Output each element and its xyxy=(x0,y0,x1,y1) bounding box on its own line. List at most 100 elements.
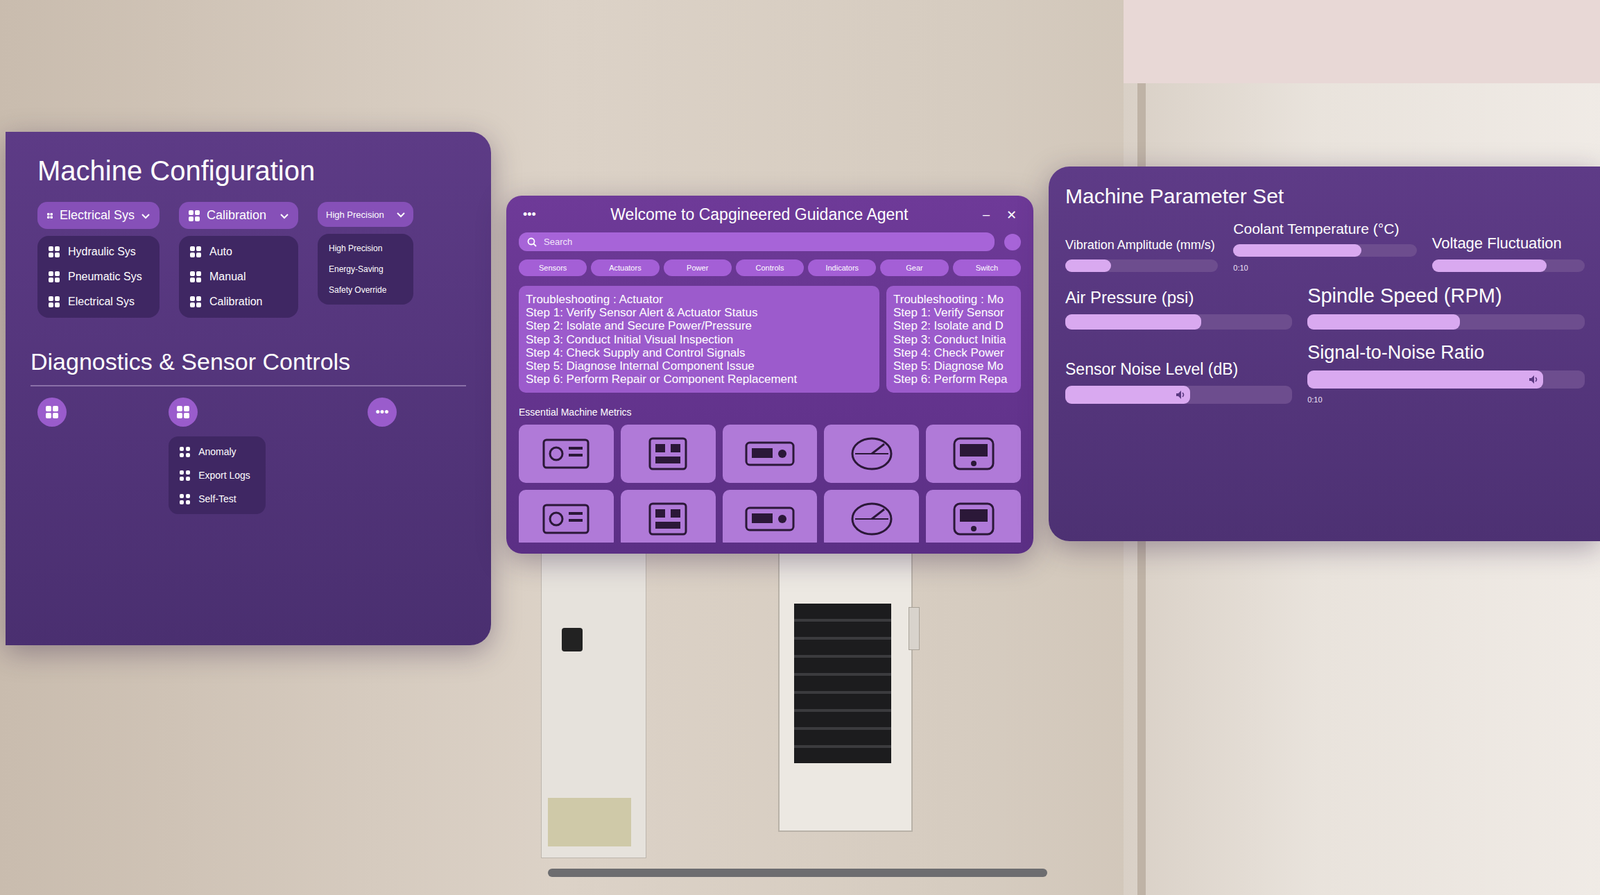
parameter-row: Sensor Noise Level (dB) Signal-to-Noise R… xyxy=(1065,341,1585,404)
slider-label: Air Pressure (psi) xyxy=(1065,287,1293,308)
item-label: Calibration xyxy=(209,295,263,308)
dropdown-item[interactable]: Safety Override xyxy=(328,285,403,295)
guidance-agent-window: •••Welcome to Capgineered Guidance Agent… xyxy=(506,195,1034,554)
menu-item[interactable]: Anomaly xyxy=(179,445,251,458)
category-tab[interactable]: Controls xyxy=(735,259,804,277)
card-step: Step 5: Diagnose Mo xyxy=(893,359,1014,373)
breaker-column xyxy=(794,603,892,763)
chevron-down-icon xyxy=(396,212,406,218)
grid-icon xyxy=(48,296,60,308)
menu-item[interactable]: Self-Test xyxy=(179,493,251,505)
grid-icon xyxy=(176,405,190,419)
slider-label: Spindle Speed (RPM) xyxy=(1307,284,1585,308)
metric-tile[interactable] xyxy=(722,489,818,543)
dropdown-item[interactable]: Calibration xyxy=(190,295,288,308)
slider-track[interactable] xyxy=(1307,314,1585,330)
card-step: Step 4: Check Supply and Control Signals xyxy=(525,346,873,360)
dropdown-item[interactable]: High Precision xyxy=(328,243,403,254)
speaker-icon xyxy=(1175,389,1187,400)
card-step: Step 5: Diagnose Internal Component Issu… xyxy=(525,359,873,373)
slider-label: Signal-to-Noise Ratio xyxy=(1307,341,1585,364)
slider-track[interactable] xyxy=(1065,385,1293,404)
metric-tile[interactable] xyxy=(925,489,1021,543)
menu-label: Export Logs xyxy=(198,469,251,481)
dropdown-row: Electrical Sys Hydraulic Sys Pneumatic Sys… xyxy=(37,201,467,318)
dropdown-item[interactable]: Electrical Sys xyxy=(48,295,149,308)
metric-tile[interactable] xyxy=(620,424,716,483)
dropdown-item[interactable]: Energy-Saving xyxy=(328,264,403,274)
dropdown-button[interactable]: High Precision xyxy=(317,201,414,227)
grid-icon xyxy=(190,271,202,283)
window-menu-button[interactable]: ••• xyxy=(518,207,541,222)
item-label: Hydraulic Sys xyxy=(67,245,136,258)
parameter-slider: Spindle Speed (RPM) xyxy=(1307,284,1585,330)
slider-reading: 0:10 xyxy=(1307,395,1585,404)
menu-item[interactable]: Export Logs xyxy=(179,469,251,481)
category-tab[interactable]: Actuators xyxy=(590,259,659,277)
slider-label: Voltage Fluctuation xyxy=(1432,234,1585,253)
slider-fill[interactable] xyxy=(1307,314,1460,330)
parameter-slider: Vibration Amplitude (mm/s) xyxy=(1065,237,1218,272)
parameter-slider: Sensor Noise Level (dB) xyxy=(1065,359,1293,404)
slider-track[interactable] xyxy=(1307,370,1585,389)
machine-configuration-panel: Machine ConfigurationElectrical SysHydra… xyxy=(5,131,492,645)
diagnostic-button[interactable] xyxy=(168,397,198,427)
metric-tile[interactable] xyxy=(722,424,818,483)
dropdown-button[interactable]: Electrical Sys xyxy=(37,201,160,229)
slider-track[interactable] xyxy=(1065,259,1218,272)
metric-tile[interactable] xyxy=(925,424,1021,483)
slider-track[interactable] xyxy=(1065,314,1293,330)
dropdown-label: Calibration xyxy=(206,208,267,223)
item-label: High Precision xyxy=(328,243,383,254)
dropdown-item[interactable]: Auto xyxy=(190,245,288,258)
metric-tile[interactable] xyxy=(518,424,614,483)
diagnostic-button[interactable]: ••• xyxy=(367,397,397,427)
category-tab[interactable]: Sensors xyxy=(518,259,587,277)
machine-metric-icon xyxy=(844,497,900,540)
parameter-slider: Signal-to-Noise Ratio 0:10 xyxy=(1307,341,1585,404)
metric-tile[interactable] xyxy=(620,489,716,543)
item-label: Energy-Saving xyxy=(328,264,384,274)
machine-parameter-panel: Machine Parameter Set Vibration Amplitude… xyxy=(1048,166,1600,541)
category-tab[interactable]: Power xyxy=(663,259,732,277)
category-tab[interactable]: Gear xyxy=(880,259,949,277)
card-step: Step 1: Verify Sensor Alert & Actuator S… xyxy=(525,305,873,320)
slider-fill[interactable] xyxy=(1307,370,1544,389)
slider-fill[interactable] xyxy=(1065,314,1202,330)
troubleshooting-card[interactable]: Troubleshooting : MoStep 1: Verify Senso… xyxy=(886,285,1021,393)
close-button[interactable]: ✕ xyxy=(1002,207,1021,223)
chevron-icon xyxy=(396,208,406,220)
diagnostic-button[interactable] xyxy=(37,397,67,427)
metric-tile[interactable] xyxy=(823,424,919,483)
slider-fill[interactable] xyxy=(1065,259,1112,272)
chevron-down-icon xyxy=(280,213,289,220)
ar-scene: Machine ConfigurationElectrical SysHydra… xyxy=(0,0,1600,895)
dropdown-button[interactable]: Calibration xyxy=(178,201,299,229)
category-tab[interactable]: Indicators xyxy=(807,259,876,277)
slider-fill[interactable] xyxy=(1233,244,1362,257)
minimize-button[interactable]: – xyxy=(978,207,994,222)
item-label: Safety Override xyxy=(328,285,387,295)
more-label: ••• xyxy=(375,405,390,420)
title-bar: •••Welcome to Capgineered Guidance Agent… xyxy=(518,205,1021,225)
slider-thumb[interactable] xyxy=(1527,373,1541,386)
metric-tile[interactable] xyxy=(518,489,614,543)
item-label: Electrical Sys xyxy=(67,295,135,308)
category-tab[interactable]: Switch xyxy=(952,259,1021,277)
label-sticker xyxy=(547,797,632,847)
troubleshooting-card[interactable]: Troubleshooting : ActuatorStep 1: Verify… xyxy=(518,285,880,393)
voice-button[interactable] xyxy=(1004,233,1021,251)
metric-tile[interactable] xyxy=(823,489,919,543)
search-input[interactable] xyxy=(542,235,987,248)
slider-fill[interactable] xyxy=(1432,259,1547,272)
item-label: Auto xyxy=(209,245,233,258)
slider-fill[interactable] xyxy=(1065,385,1191,404)
slider-thumb[interactable] xyxy=(1174,388,1188,401)
slider-track[interactable] xyxy=(1432,259,1585,272)
dropdown-item[interactable]: Hydraulic Sys xyxy=(48,245,149,258)
panel-title: Machine Parameter Set xyxy=(1065,184,1585,209)
slider-track[interactable] xyxy=(1233,244,1417,257)
dropdown-item[interactable]: Pneumatic Sys xyxy=(48,270,149,283)
dropdown-item[interactable]: Manual xyxy=(190,270,288,283)
search-field[interactable] xyxy=(518,232,995,252)
